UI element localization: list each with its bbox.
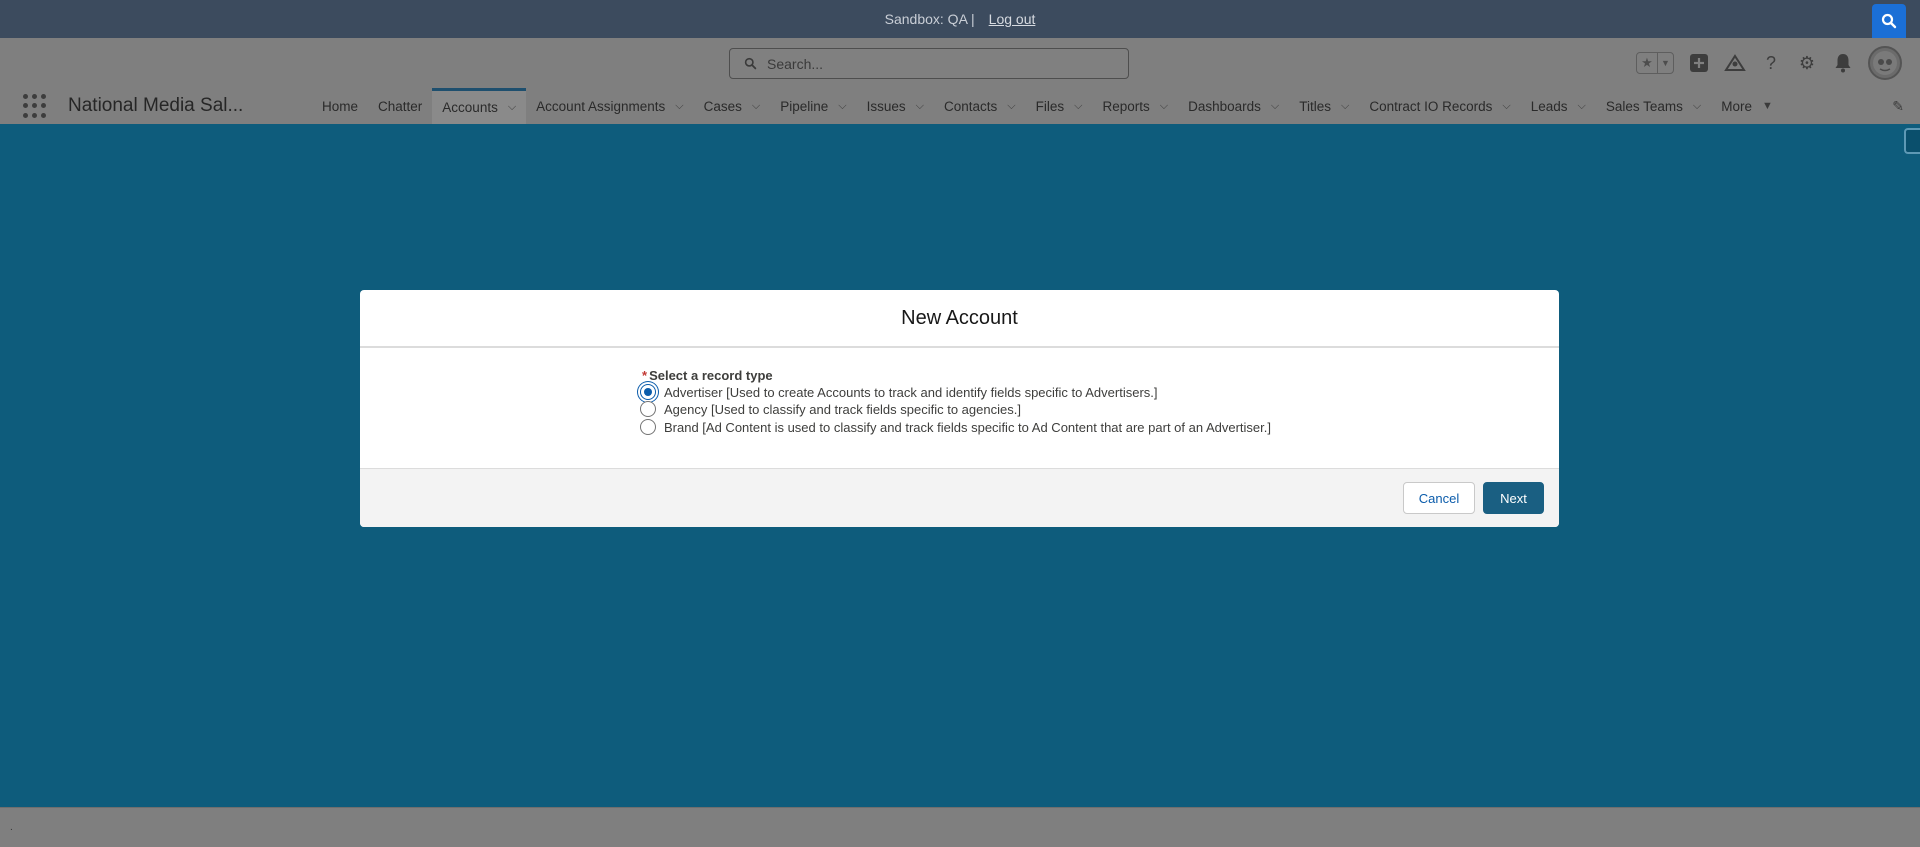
chevron-down-icon[interactable]: ⌵ [838,100,846,113]
logout-link[interactable]: Log out [989,11,1036,27]
trailhead-icon[interactable] [1724,52,1746,74]
nav-tab-home[interactable]: Home [312,88,368,124]
sandbox-label: Sandbox: QA | [884,11,975,27]
next-button[interactable]: Next [1483,482,1544,514]
required-marker: * [642,368,648,383]
nav-tab-label: Pipeline [780,98,829,114]
header-utility-icons: ★ ▼ ? ⚙ [1636,46,1902,80]
chevron-down-icon[interactable]: ⌵ [1074,100,1082,113]
bell-icon[interactable] [1832,52,1854,74]
chevron-down-icon[interactable]: ⌵ [1271,100,1279,113]
nav-tab-cases[interactable]: Cases ⌵ [694,88,771,124]
nav-tab-sales-teams[interactable]: Sales Teams ⌵ [1596,88,1711,124]
nav-more-label: More [1721,98,1753,114]
record-type-radio[interactable] [640,419,656,435]
chevron-down-icon[interactable]: ⌵ [1578,100,1586,113]
record-type-radio[interactable] [640,384,656,400]
avatar[interactable] [1868,46,1902,80]
search-placeholder: Search... [767,55,824,72]
chevron-down-icon[interactable]: ⌵ [916,100,924,113]
nav-tab-label: Contacts [943,98,998,114]
record-type-option[interactable]: Brand [Ad Content is used to classify an… [640,419,1271,435]
nav-tab-files[interactable]: Files ⌵ [1026,88,1093,124]
record-type-label-text: Select a record type [649,368,773,383]
favorites-dropdown-icon[interactable]: ▼ [1657,53,1673,73]
chevron-down-icon[interactable]: ⌵ [508,101,516,114]
help-icon[interactable]: ? [1760,52,1782,74]
nav-tab-pipeline[interactable]: Pipeline ⌵ [770,88,856,124]
global-header: Search... ★ ▼ ? ⚙ National Media Sal... … [0,38,1920,124]
star-icon[interactable]: ★ [1637,53,1657,73]
chevron-down-icon[interactable]: ⌵ [1007,100,1015,113]
modal-body: * Select a record type Advertiser [Used t… [360,348,1559,468]
record-type-option[interactable]: Advertiser [Used to create Accounts to t… [640,384,1158,400]
new-account-modal: New Account * Select a record type Advert… [360,290,1559,527]
nav-tab-titles[interactable]: Titles ⌵ [1289,88,1359,124]
modal-footer: Cancel Next [360,468,1559,527]
nav-tab-label: Chatter [378,98,423,114]
nav-items: Home Chatter Accounts ⌵ Account Assignments ⌵… [312,88,1783,124]
nav-tab-label: Reports [1102,98,1150,114]
global-search-input[interactable]: Search... [729,48,1129,79]
nav-tab-issues[interactable]: Issues ⌵ [857,88,934,124]
global-actions-icon[interactable] [1688,52,1710,74]
corner-search-button[interactable] [1872,4,1906,38]
chevron-down-icon[interactable]: ⌵ [1160,100,1168,113]
cancel-button[interactable]: Cancel [1403,482,1475,514]
nav-tab-label: Account Assignments [536,98,666,114]
search-icon [744,57,757,70]
nav-tab-label: Titles [1299,98,1331,114]
search-icon [1881,13,1897,29]
side-panel-toggle[interactable] [1904,128,1920,154]
modal-title: New Account [901,306,1018,329]
nav-tab-label: Cases [703,98,742,114]
app-name: National Media Sal... [68,95,244,116]
nav-more-menu[interactable]: More ▼ [1711,88,1783,124]
nav-tab-reports[interactable]: Reports ⌵ [1092,88,1178,124]
chevron-down-icon[interactable]: ⌵ [1693,100,1701,113]
nav-tab-label: Sales Teams [1605,98,1683,114]
nav-tab-leads[interactable]: Leads ⌵ [1521,88,1596,124]
gear-icon[interactable]: ⚙ [1796,52,1818,74]
app-launcher-icon[interactable] [23,94,47,118]
nav-tab-label: Files [1035,98,1065,114]
nav-tab-accounts[interactable]: Accounts ⌵ [432,88,527,124]
favorites-group: ★ ▼ [1636,52,1674,74]
nav-tab-contract-io-records[interactable]: Contract IO Records ⌵ [1359,88,1520,124]
chevron-down-icon[interactable]: ⌵ [752,100,760,113]
nav-tab-contacts[interactable]: Contacts ⌵ [934,88,1026,124]
modal-header: New Account [360,290,1559,348]
navigation-bar: National Media Sal... Home Chatter Account… [0,88,1920,124]
record-type-option[interactable]: Agency [Used to classify and track field… [640,401,1021,417]
nav-tab-label: Home [322,98,359,114]
record-type-label: * Select a record type [642,368,773,383]
nav-tab-dashboards[interactable]: Dashboards ⌵ [1178,88,1289,124]
chevron-down-icon[interactable]: ⌵ [1341,100,1349,113]
edit-nav-pencil-icon[interactable]: ✎ [1892,98,1904,115]
nav-tab-account-assignments[interactable]: Account Assignments ⌵ [526,88,693,124]
nav-tab-label: Leads [1530,98,1568,114]
nav-tab-label: Issues [866,98,906,114]
record-type-radio[interactable] [640,401,656,417]
nav-tab-label: Contract IO Records [1369,98,1493,114]
record-type-option-label[interactable]: Advertiser [Used to create Accounts to t… [664,385,1158,400]
chevron-down-icon[interactable]: ⌵ [1502,100,1510,113]
utility-bar: . [0,807,1920,847]
record-type-option-label[interactable]: Agency [Used to classify and track field… [664,402,1021,417]
chevron-down-icon[interactable]: ⌵ [675,100,683,113]
sandbox-banner: Sandbox: QA | Log out [0,0,1920,38]
record-type-option-label[interactable]: Brand [Ad Content is used to classify an… [664,420,1271,435]
nav-tab-label: Dashboards [1188,98,1261,114]
caret-down-icon: ▼ [1762,100,1773,112]
nav-tab-chatter[interactable]: Chatter [368,88,432,124]
nav-tab-label: Accounts [442,100,498,115]
utility-text: . [10,822,13,833]
